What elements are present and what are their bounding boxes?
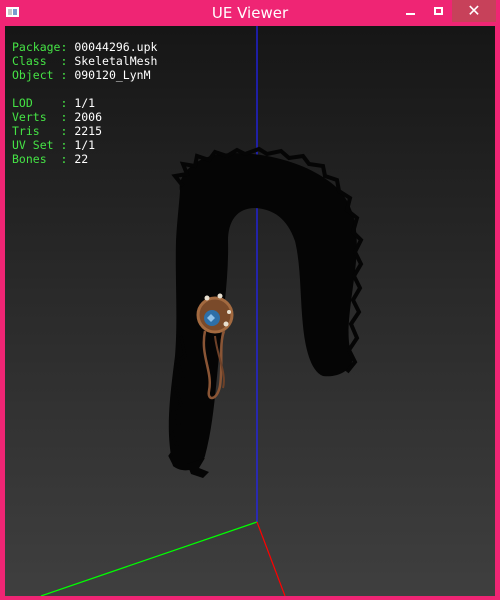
maximize-button[interactable] [424, 0, 452, 22]
info-value: 00044296.upk [74, 40, 158, 54]
info-row-bones: Bones : 22 [12, 152, 157, 166]
info-value: 1/1 [74, 138, 96, 152]
minimize-icon [405, 13, 415, 15]
info-row-object: Object : 090120_LynM [12, 68, 157, 82]
info-label: LOD : [12, 96, 68, 110]
info-label: Object : [12, 68, 68, 82]
info-value: 22 [74, 152, 89, 166]
info-value: SkeletalMesh [74, 54, 158, 68]
info-value: 090120_LynM [74, 68, 151, 82]
info-value: 2215 [74, 124, 103, 138]
app-window: UE Viewer ✕ Package: 00044296.upk Class … [0, 0, 500, 600]
info-label: Tris : [12, 124, 68, 138]
info-label: Verts : [12, 110, 68, 124]
info-row-uvset: UV Set : 1/1 [12, 138, 157, 152]
close-button[interactable]: ✕ [452, 0, 496, 22]
3d-viewport[interactable]: Package: 00044296.upk Class : SkeletalMe… [5, 26, 495, 596]
x-axis-line [256, 521, 286, 596]
info-row-lod: LOD : 1/1 [12, 96, 157, 110]
y-axis-line [40, 521, 258, 596]
title-bar[interactable]: UE Viewer ✕ [0, 0, 500, 26]
info-label: Bones : [12, 152, 68, 166]
info-label: Package: [12, 40, 68, 54]
info-row-tris: Tris : 2215 [12, 124, 157, 138]
info-value: 2006 [74, 110, 103, 124]
info-value: 1/1 [74, 96, 96, 110]
info-row-class: Class : SkeletalMesh [12, 54, 157, 68]
info-row-package: Package: 00044296.upk [12, 40, 157, 54]
minimize-button[interactable] [396, 0, 424, 22]
info-label: UV Set : [12, 138, 68, 152]
maximize-icon [433, 7, 443, 15]
info-label: Class : [12, 54, 68, 68]
info-row-verts: Verts : 2006 [12, 110, 157, 124]
mesh-info-panel: Package: 00044296.upk Class : SkeletalMe… [12, 40, 157, 166]
close-icon: ✕ [467, 1, 481, 20]
